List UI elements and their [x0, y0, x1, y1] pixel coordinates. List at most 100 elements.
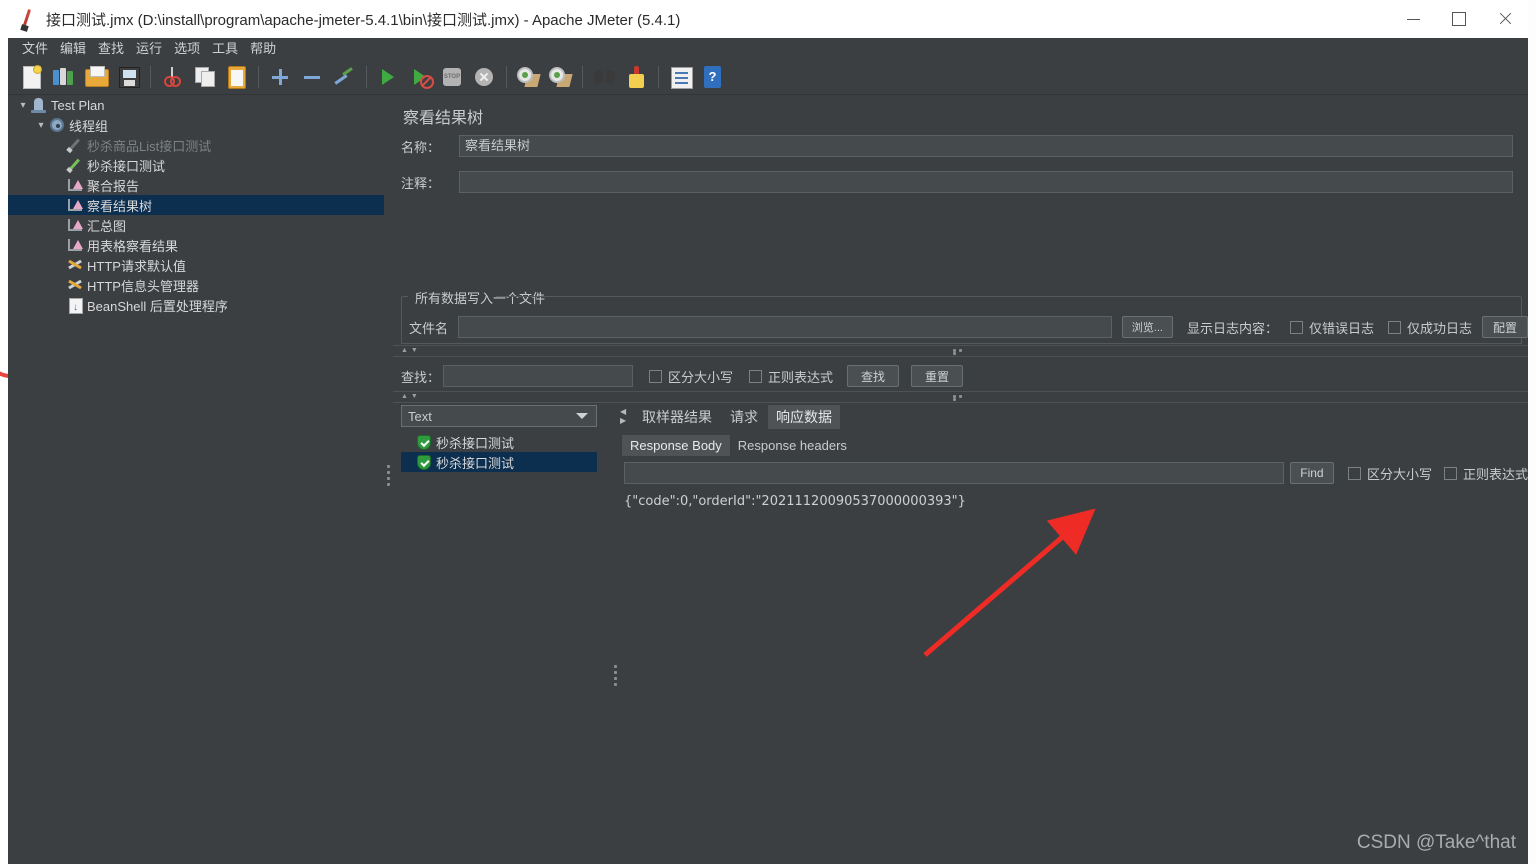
- watermark: CSDN @Take^that: [1356, 832, 1516, 853]
- response-find-input[interactable]: [624, 462, 1284, 484]
- thread-group-icon: [48, 117, 66, 133]
- results-area: Text 秒杀接口测试 秒杀接口测试 ◀ ▶ 取样器结果 请求 响应数据 Res…: [393, 400, 1528, 864]
- menu-tools[interactable]: 工具: [206, 39, 244, 59]
- tree-node-label: HTTP信息头管理器: [87, 278, 199, 294]
- open-icon[interactable]: [82, 63, 110, 91]
- tree-node-seckill-list-api[interactable]: 秒杀商品List接口测试: [8, 135, 384, 155]
- tab-request[interactable]: 请求: [722, 405, 766, 429]
- copy-icon[interactable]: [190, 63, 218, 91]
- postprocessor-icon: [66, 297, 84, 314]
- search-reset-button[interactable]: 重置: [911, 365, 964, 387]
- menu-file[interactable]: 文件: [16, 39, 54, 59]
- tree-node-thread-group[interactable]: ▾ 线程组: [8, 115, 384, 135]
- search-icon[interactable]: [590, 63, 618, 91]
- chevron-down-icon[interactable]: ▾: [16, 100, 30, 111]
- collapse-all-icon[interactable]: [298, 63, 326, 91]
- close-button[interactable]: [1482, 0, 1528, 38]
- tree-node-view-results-table[interactable]: 用表格察看结果: [8, 235, 384, 255]
- response-find-button[interactable]: Find: [1289, 462, 1334, 484]
- tree-node-beanshell-postprocessor[interactable]: BeanShell 后置处理程序: [8, 295, 384, 315]
- log-display-label: 显示日志内容：: [1186, 320, 1278, 336]
- main-split-divider[interactable]: [384, 95, 393, 864]
- name-row: 名称： 察看结果树: [393, 135, 1528, 157]
- menu-help[interactable]: 帮助: [244, 39, 282, 59]
- menu-edit[interactable]: 编辑: [54, 39, 92, 59]
- renderer-select[interactable]: Text: [401, 405, 597, 427]
- minimize-button[interactable]: [1390, 0, 1436, 38]
- results-list-pane: Text 秒杀接口测试 秒杀接口测试: [401, 405, 609, 864]
- clear-icon[interactable]: [514, 63, 542, 91]
- clear-all-icon[interactable]: [546, 63, 574, 91]
- list-item[interactable]: 秒杀接口测试: [401, 432, 597, 452]
- search-case-sensitive-label: 区分大小写: [668, 369, 734, 385]
- test-plan-tree[interactable]: ▾ Test Plan ▾ 线程组 秒杀商品List接口测试 秒杀接口测试 聚合…: [8, 95, 384, 864]
- results-split-divider[interactable]: [611, 400, 620, 864]
- maximize-button[interactable]: [1436, 0, 1482, 38]
- new-icon[interactable]: [18, 63, 46, 91]
- list-item-label: 秒杀接口测试: [436, 435, 515, 451]
- help-icon[interactable]: ?: [698, 63, 726, 91]
- results-tree[interactable]: 秒杀接口测试 秒杀接口测试: [401, 432, 597, 832]
- filename-row: 文件名 浏览... 显示日志内容： 仅错误日志 仅成功日志 配置: [393, 316, 1529, 338]
- jmeter-logo-icon: [16, 6, 42, 32]
- start-icon[interactable]: [374, 63, 402, 91]
- split-divider-top[interactable]: ▲▼: [393, 345, 1528, 357]
- tree-node-seckill-api[interactable]: 秒杀接口测试: [8, 155, 384, 175]
- success-shield-icon: [417, 434, 431, 450]
- browse-button[interactable]: 浏览...: [1121, 316, 1173, 338]
- subtab-response-headers[interactable]: Response headers: [730, 435, 855, 456]
- page-title: 察看结果树: [403, 110, 484, 127]
- window-controls: [1390, 0, 1528, 38]
- search-regex-checkbox[interactable]: [749, 369, 763, 383]
- tree-node-aggregate-report[interactable]: 聚合报告: [8, 175, 384, 195]
- name-input[interactable]: 察看结果树: [459, 135, 1513, 157]
- search-row: 查找： 区分大小写 正则表达式 查找 重置: [393, 365, 1528, 387]
- start-no-pauses-icon[interactable]: [406, 63, 434, 91]
- tab-scroll-arrows[interactable]: ◀ ▶: [620, 407, 632, 425]
- stop-icon[interactable]: STOP: [438, 63, 466, 91]
- chevron-down-icon[interactable]: ▾: [34, 120, 48, 131]
- chevron-down-icon[interactable]: [576, 413, 588, 419]
- success-shield-icon: [417, 454, 431, 470]
- save-icon[interactable]: [114, 63, 142, 91]
- shutdown-icon[interactable]: [470, 63, 498, 91]
- listener-icon: [66, 197, 84, 213]
- tree-node-summary-graph[interactable]: 汇总图: [8, 215, 384, 235]
- tab-response-data[interactable]: 响应数据: [768, 405, 840, 429]
- search-input[interactable]: [443, 365, 633, 387]
- cut-icon[interactable]: [158, 63, 186, 91]
- subtab-response-body[interactable]: Response Body: [622, 435, 730, 456]
- tree-node-http-header-manager[interactable]: HTTP信息头管理器: [8, 275, 384, 295]
- tree-node-view-results-tree[interactable]: 察看结果树: [8, 195, 384, 215]
- response-regex-checkbox[interactable]: [1443, 466, 1457, 480]
- tree-node-test-plan[interactable]: ▾ Test Plan: [8, 95, 384, 115]
- menu-search[interactable]: 查找: [92, 39, 130, 59]
- divider-dots: [953, 349, 970, 355]
- configure-button[interactable]: 配置: [1482, 316, 1529, 338]
- expand-all-icon[interactable]: [266, 63, 294, 91]
- http-sampler-icon: [66, 137, 84, 153]
- paste-icon[interactable]: [222, 63, 250, 91]
- config-icon: [66, 277, 84, 293]
- tab-sampler-result[interactable]: 取样器结果: [634, 405, 720, 429]
- templates-icon[interactable]: [50, 63, 78, 91]
- toggle-icon[interactable]: [330, 63, 358, 91]
- success-only-checkbox[interactable]: [1387, 320, 1401, 334]
- filename-input[interactable]: [458, 316, 1112, 338]
- test-plan-icon: [30, 97, 48, 113]
- tree-node-http-defaults[interactable]: HTTP请求默认值: [8, 255, 384, 275]
- errors-only-checkbox[interactable]: [1289, 320, 1303, 334]
- listener-icon: [66, 237, 84, 253]
- reset-search-icon[interactable]: [622, 63, 650, 91]
- detail-tabs: ◀ ▶ 取样器结果 请求 响应数据: [620, 405, 1528, 429]
- list-item[interactable]: 秒杀接口测试: [401, 452, 597, 472]
- errors-only-label: 仅错误日志: [1308, 320, 1374, 336]
- function-helper-icon[interactable]: [666, 63, 694, 91]
- menu-run[interactable]: 运行: [130, 39, 168, 59]
- divider-arrows[interactable]: ▲▼: [401, 347, 421, 355]
- comment-input[interactable]: [459, 171, 1513, 193]
- menu-options[interactable]: 选项: [168, 39, 206, 59]
- response-case-sensitive-checkbox[interactable]: [1347, 466, 1361, 480]
- search-find-button[interactable]: 查找: [847, 365, 900, 387]
- search-case-sensitive-checkbox[interactable]: [649, 369, 662, 383]
